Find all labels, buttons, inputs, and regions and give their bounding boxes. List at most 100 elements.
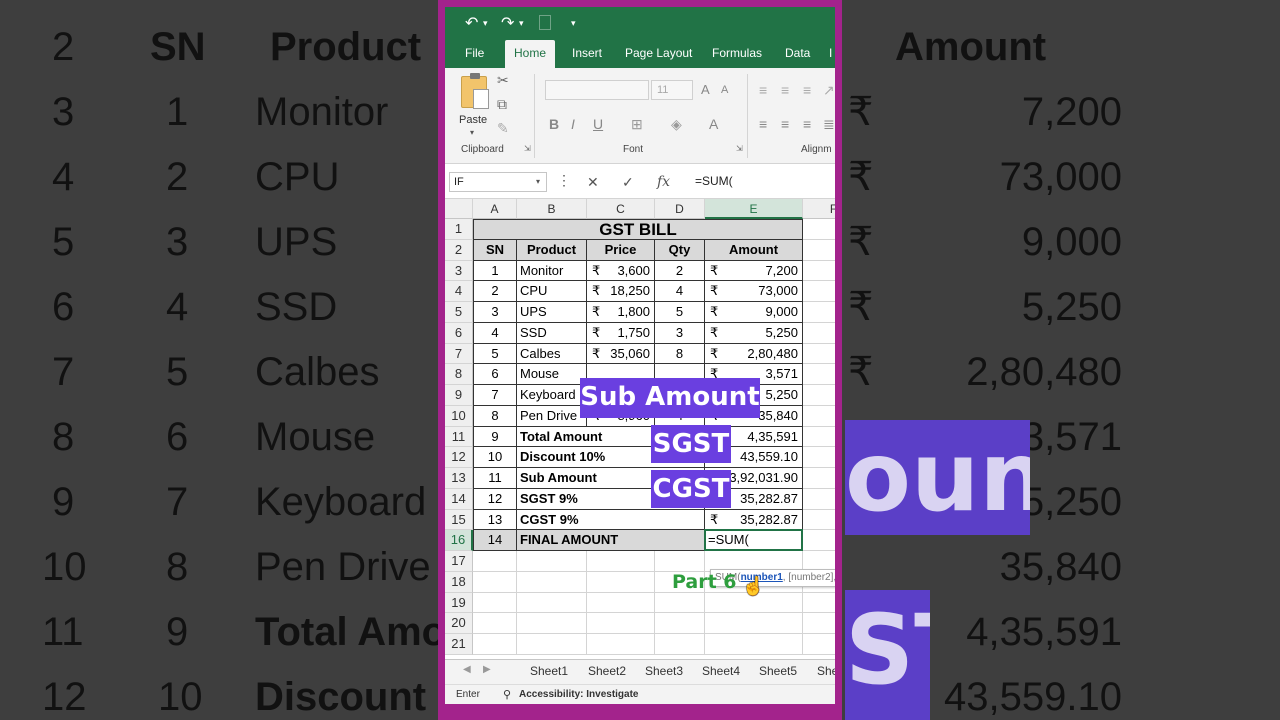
item-sn[interactable]: 7 — [473, 385, 517, 406]
row-header-3[interactable]: 3 — [445, 260, 473, 282]
row-header-10[interactable]: 10 — [445, 405, 473, 427]
item-product[interactable]: Mouse — [517, 364, 587, 385]
item-amount[interactable]: ₹7,200 — [705, 260, 803, 282]
sheet-tab-5[interactable]: Sheet5 — [759, 664, 797, 678]
empty-cell[interactable] — [655, 634, 705, 655]
row-header-5[interactable]: 5 — [445, 302, 473, 323]
align-center-icon[interactable]: ≡ — [781, 116, 789, 132]
empty-cell[interactable] — [803, 385, 835, 406]
cut-icon[interactable]: ✂ — [497, 72, 509, 89]
row-header-15[interactable]: 15 — [445, 509, 473, 531]
empty-cell[interactable] — [473, 571, 517, 593]
row-header-4[interactable]: 4 — [445, 281, 473, 302]
font-color-icon[interactable]: A — [709, 116, 718, 132]
sheet-tab-3[interactable]: Sheet3 — [645, 664, 683, 678]
header-qty[interactable]: Qty — [655, 239, 705, 261]
item-amount[interactable]: ₹9,000 — [705, 302, 803, 323]
empty-cell[interactable] — [705, 613, 803, 634]
bill-title[interactable]: GST BILL — [473, 219, 803, 240]
item-price[interactable]: ₹18,250 — [587, 281, 655, 302]
item-price[interactable]: ₹1,750 — [587, 322, 655, 344]
row-header-17[interactable]: 17 — [445, 551, 473, 572]
item-qty[interactable]: 3 — [655, 322, 705, 344]
paste-button-label[interactable]: Paste — [459, 114, 487, 126]
empty-cell[interactable] — [473, 592, 517, 614]
formula-input[interactable]: =SUM( — [695, 174, 733, 188]
empty-cell[interactable] — [705, 634, 803, 655]
tab-page-layout[interactable]: Page Layout — [625, 46, 692, 60]
redo-icon[interactable]: ↷ — [501, 13, 514, 33]
row-header-19[interactable]: 19 — [445, 592, 473, 614]
empty-cell[interactable] — [803, 406, 835, 427]
tab-file[interactable]: File — [465, 46, 484, 60]
summary-sn[interactable]: 9 — [473, 426, 517, 448]
empty-cell[interactable] — [803, 468, 835, 489]
item-product[interactable]: SSD — [517, 322, 587, 344]
orientation-icon[interactable]: ↗ — [823, 82, 835, 99]
row-header-20[interactable]: 20 — [445, 613, 473, 634]
empty-cell[interactable] — [473, 613, 517, 634]
cancel-icon[interactable]: ✕ — [587, 174, 599, 191]
empty-cell[interactable] — [803, 219, 835, 240]
empty-cell[interactable] — [803, 427, 835, 448]
copy-icon[interactable]: ⧉ — [497, 96, 507, 113]
tab-formulas[interactable]: Formulas — [712, 46, 762, 60]
header-product[interactable]: Product — [517, 239, 587, 261]
header-price[interactable]: Price — [587, 239, 655, 261]
empty-cell[interactable] — [655, 592, 705, 614]
empty-cell[interactable] — [587, 613, 655, 634]
active-cell[interactable] — [704, 529, 803, 551]
empty-cell[interactable] — [803, 344, 835, 365]
item-sn[interactable]: 5 — [473, 343, 517, 365]
item-qty[interactable]: 8 — [655, 343, 705, 365]
column-header-d[interactable]: D — [655, 199, 705, 219]
summary-sn[interactable]: 10 — [473, 447, 517, 468]
empty-cell[interactable] — [473, 634, 517, 655]
row-header-12[interactable]: 12 — [445, 447, 473, 468]
column-header-c[interactable]: C — [587, 199, 655, 219]
fill-color-icon[interactable]: ◈ — [671, 116, 682, 133]
empty-cell[interactable] — [803, 302, 835, 323]
column-header-b[interactable]: B — [517, 199, 587, 219]
item-sn[interactable]: 8 — [473, 405, 517, 427]
bottom-align-icon[interactable]: ≡ — [803, 82, 811, 98]
empty-cell[interactable] — [587, 571, 655, 593]
name-box[interactable]: IF ▾ — [449, 172, 547, 192]
row-header-1[interactable]: 1 — [445, 219, 473, 240]
row-header-9[interactable]: 9 — [445, 385, 473, 406]
row-header-2[interactable]: 2 — [445, 239, 473, 261]
final-label[interactable]: FINAL AMOUNT — [517, 530, 705, 551]
row-header-6[interactable]: 6 — [445, 322, 473, 344]
column-header-e[interactable]: E — [705, 199, 803, 219]
paste-icon[interactable] — [461, 73, 489, 109]
item-product[interactable]: Keyboard — [517, 385, 587, 406]
item-sn[interactable]: 4 — [473, 322, 517, 344]
empty-cell[interactable] — [517, 613, 587, 634]
column-header-a[interactable]: A — [473, 199, 517, 219]
empty-cell[interactable] — [655, 613, 705, 634]
format-painter-icon[interactable]: ✎ — [497, 120, 509, 137]
align-right-icon[interactable]: ≡ — [803, 116, 811, 132]
header-amount[interactable]: Amount — [705, 239, 803, 261]
column-header-f[interactable]: F — [803, 199, 835, 219]
tab-data[interactable]: Data — [785, 46, 810, 60]
empty-cell[interactable] — [803, 613, 835, 634]
empty-cell[interactable] — [803, 240, 835, 261]
font-name-box[interactable] — [545, 80, 649, 100]
empty-cell[interactable] — [587, 592, 655, 614]
item-qty[interactable]: 2 — [655, 260, 705, 282]
customize-qat-icon[interactable]: ▾ — [571, 18, 576, 29]
row-header-11[interactable]: 11 — [445, 426, 473, 448]
empty-cell[interactable] — [803, 364, 835, 385]
summary-sn[interactable]: 12 — [473, 488, 517, 510]
tab-home[interactable]: Home — [505, 40, 556, 68]
top-align-icon[interactable]: ≡ — [759, 82, 767, 98]
clipboard-launcher-icon[interactable]: ⇲ — [524, 144, 531, 153]
item-price[interactable]: ₹1,800 — [587, 302, 655, 323]
summary-label[interactable]: CGST 9% — [517, 509, 705, 531]
insert-function-icon[interactable]: fx — [657, 174, 670, 190]
item-sn[interactable]: 1 — [473, 260, 517, 282]
summary-sn[interactable]: 11 — [473, 468, 517, 489]
item-amount[interactable]: ₹5,250 — [705, 322, 803, 344]
italic-button[interactable]: I — [571, 116, 575, 132]
